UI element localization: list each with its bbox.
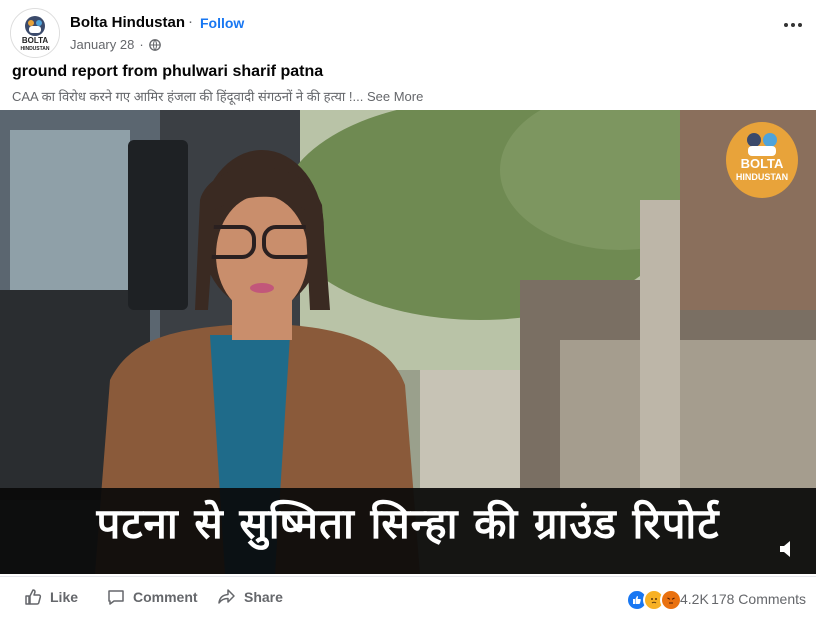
post-action-bar: Like Comment Share 4.2K 178 Comments bbox=[0, 576, 816, 623]
share-icon bbox=[218, 589, 235, 604]
post-header: BOLTA HINDUSTAN Bolta Hindustan · Follow… bbox=[0, 0, 816, 60]
svg-text:BOLTA: BOLTA bbox=[22, 36, 49, 45]
like-label: Like bbox=[50, 589, 79, 605]
globe-icon[interactable] bbox=[148, 38, 161, 51]
post-date[interactable]: January 28 bbox=[70, 37, 134, 52]
see-more-link[interactable]: See More bbox=[367, 89, 423, 104]
bolta-hindustan-logo-icon: BOLTA HINDUSTAN bbox=[11, 9, 59, 57]
share-button[interactable]: Share bbox=[218, 588, 283, 606]
description-text: CAA का विरोध करने गए आमिर हंजला की हिंदू… bbox=[12, 89, 364, 104]
comment-button[interactable]: Comment bbox=[107, 588, 198, 606]
page-name-link[interactable]: Bolta Hindustan bbox=[70, 14, 185, 31]
comment-label: Comment bbox=[133, 589, 198, 605]
reactions-summary[interactable] bbox=[626, 589, 682, 611]
name-separator: · bbox=[188, 13, 193, 30]
comment-icon bbox=[108, 590, 124, 605]
more-options-icon[interactable] bbox=[782, 14, 804, 36]
reaction-count[interactable]: 4.2K bbox=[680, 591, 709, 607]
logo-line-2: HINDUSTAN bbox=[735, 172, 789, 182]
share-label: Share bbox=[244, 589, 283, 605]
angry-reaction-icon bbox=[660, 589, 682, 611]
post-meta: January 28 · bbox=[70, 37, 161, 52]
date-separator: · bbox=[139, 37, 144, 52]
volume-muted-icon[interactable] bbox=[776, 538, 798, 560]
follow-button[interactable]: Follow bbox=[200, 15, 244, 31]
logo-line-1: BOLTA bbox=[740, 156, 784, 171]
comments-count-link[interactable]: 178 Comments bbox=[711, 591, 806, 607]
video-caption: पटना से सुष्मिता सिन्हा की ग्राउंड रिपोर… bbox=[96, 499, 720, 548]
post-title: ground report from phulwari sharif patna bbox=[12, 63, 324, 80]
channel-logo-watermark: BOLTA HINDUSTAN bbox=[726, 122, 798, 198]
svg-text:HINDUSTAN: HINDUSTAN bbox=[20, 46, 49, 52]
thumbs-up-icon bbox=[25, 589, 42, 605]
page-avatar[interactable]: BOLTA HINDUSTAN bbox=[10, 8, 60, 58]
post-description: CAA का विरोध करने गए आमिर हंजला की हिंदू… bbox=[12, 87, 423, 105]
video-player[interactable]: BOLTA HINDUSTAN पटना से सुष्मिता सिन्हा … bbox=[0, 110, 816, 574]
like-button[interactable]: Like bbox=[24, 588, 78, 606]
